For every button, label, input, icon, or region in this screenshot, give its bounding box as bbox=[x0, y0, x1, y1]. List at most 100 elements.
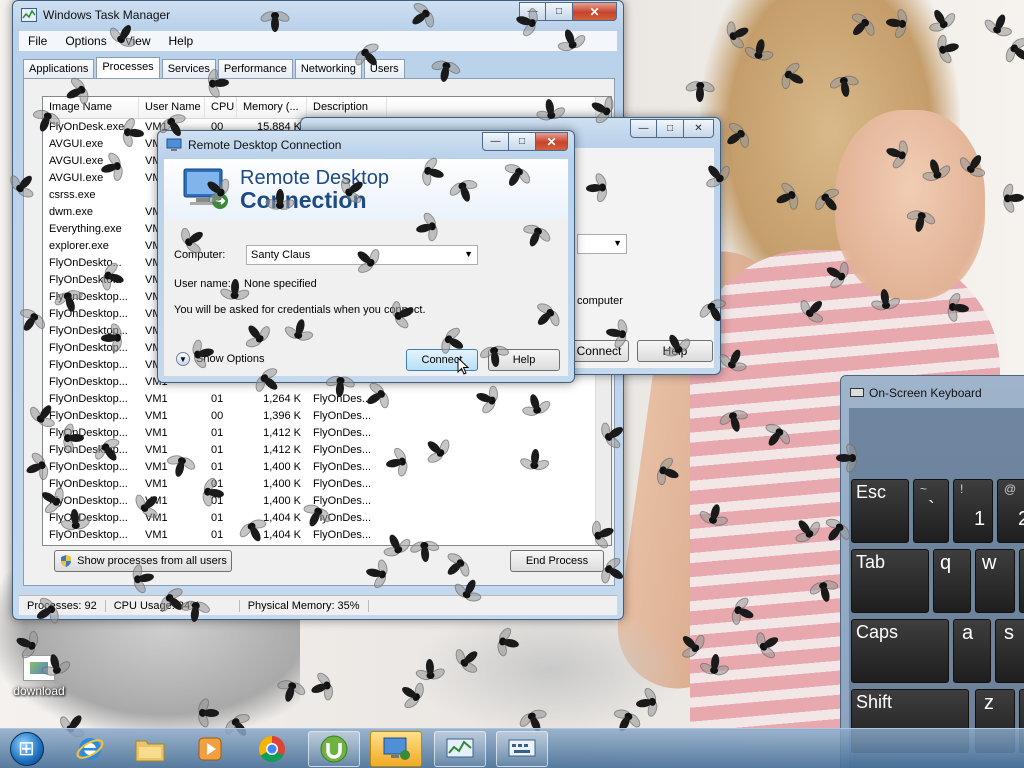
menu-help[interactable]: Help bbox=[160, 34, 203, 48]
connect-button-background[interactable]: Connect bbox=[569, 340, 629, 362]
table-row[interactable]: FlyOnDesktop... VM1 01 1,404 K FlyOnDes... bbox=[43, 527, 611, 544]
help-button[interactable]: Help bbox=[488, 349, 560, 371]
menu-options[interactable]: Options bbox=[56, 34, 115, 48]
on-screen-keyboard-window: On-Screen Keyboard Esc ~ ` ! 1 @2 Tab q w … bbox=[840, 375, 1024, 768]
cell-image-name: FlyOnDesktop... bbox=[49, 529, 128, 541]
column-cpu[interactable]: CPU bbox=[205, 97, 237, 118]
key-caps[interactable]: Caps bbox=[851, 619, 949, 683]
taskbar-remote-desktop[interactable] bbox=[370, 731, 422, 767]
taskbar-task-manager[interactable] bbox=[434, 731, 486, 767]
tab-services[interactable]: Services bbox=[161, 59, 216, 79]
taskbar-internet-explorer[interactable] bbox=[64, 731, 116, 767]
status-processes: Processes: 92 bbox=[19, 599, 106, 612]
column-user-name[interactable]: User Name bbox=[139, 97, 205, 118]
maximize-button[interactable]: □ bbox=[657, 119, 684, 138]
key-esc[interactable]: Esc bbox=[851, 479, 909, 543]
key-q[interactable]: q bbox=[933, 549, 971, 613]
table-row[interactable]: FlyOnDesktop... VM1 01 1,412 K FlyOnDes... bbox=[43, 442, 611, 459]
media-player-icon bbox=[198, 737, 222, 761]
cell-user-name: VM1 bbox=[145, 393, 168, 405]
cell-description: FlyOnDes... bbox=[313, 478, 372, 490]
minimize-button[interactable]: — bbox=[630, 119, 657, 138]
table-row[interactable]: FlyOnDesktop... VM1 01 1,412 K FlyOnDes... bbox=[43, 425, 611, 442]
credentials-note: You will be asked for credentials when y… bbox=[174, 304, 426, 316]
internet-explorer-icon bbox=[76, 738, 104, 760]
taskbar-windows-explorer[interactable] bbox=[124, 731, 176, 767]
column-image-name[interactable]: Image Name bbox=[43, 97, 139, 118]
cell-user-name: VM1 bbox=[145, 461, 168, 473]
taskbar-chrome[interactable] bbox=[246, 731, 298, 767]
end-process-button[interactable]: End Process bbox=[510, 550, 604, 572]
osk-title: On-Screen Keyboard bbox=[869, 386, 982, 400]
key-s[interactable]: s bbox=[995, 619, 1024, 683]
tab-processes[interactable]: Processes bbox=[96, 57, 160, 79]
key-a[interactable]: a bbox=[953, 619, 991, 683]
cell-user-name: VM1 bbox=[145, 495, 168, 507]
chevron-down-icon[interactable]: ▼ bbox=[464, 249, 473, 259]
table-row[interactable]: FlyOnDesktop... VM1 01 1,400 K FlyOnDes... bbox=[43, 493, 611, 510]
table-row[interactable]: FlyOnDesktop... VM1 01 1,400 K FlyOnDes... bbox=[43, 476, 611, 493]
column-description[interactable]: Description bbox=[307, 97, 387, 118]
wallpaper-face bbox=[835, 110, 985, 300]
computer-label: Computer: bbox=[174, 249, 226, 261]
cell-description: FlyOnDes... bbox=[313, 495, 372, 507]
key-1[interactable]: ! 1 bbox=[953, 479, 993, 543]
close-button[interactable]: ✕ bbox=[684, 119, 714, 138]
key-backtick[interactable]: ~ ` bbox=[913, 479, 949, 543]
computer-combo-background[interactable]: ▼ bbox=[577, 234, 627, 254]
cell-cpu: 01 bbox=[211, 529, 224, 541]
cell-memory: 1,404 K bbox=[263, 512, 301, 524]
menu-view[interactable]: View bbox=[116, 34, 160, 48]
start-button[interactable] bbox=[4, 729, 50, 768]
key-2[interactable]: @2 bbox=[997, 479, 1024, 543]
computer-value: Santy Claus bbox=[251, 249, 311, 261]
minimize-button[interactable]: — bbox=[519, 2, 546, 21]
task-manager-titlebar[interactable]: Windows Task Manager — □ ✕ bbox=[13, 1, 623, 29]
menu-file[interactable]: File bbox=[19, 34, 56, 48]
show-options-toggle[interactable]: ▼ Show Options bbox=[176, 352, 264, 366]
table-row[interactable]: FlyOnDesktop... VM1 00 1,396 K FlyOnDes... bbox=[43, 408, 611, 425]
cell-image-name: FlyOnDesktop... bbox=[49, 291, 128, 303]
table-row[interactable]: FlyOnDesktop... VM1 01 1,264 K FlyOnDes... bbox=[43, 391, 611, 408]
tab-networking[interactable]: Networking bbox=[294, 59, 362, 79]
tab-users[interactable]: Users bbox=[363, 59, 405, 79]
table-row[interactable]: FlyOnDesktop... VM1 01 1,404 K FlyOnDes... bbox=[43, 510, 611, 527]
desktop-icon-download[interactable]: download bbox=[8, 655, 70, 698]
table-row[interactable]: FlyOnDesktop... VM1 01 1,400 K FlyOnDes... bbox=[43, 459, 611, 476]
minimize-button[interactable]: — bbox=[482, 132, 509, 151]
column-memory[interactable]: Memory (... bbox=[237, 97, 307, 118]
cell-memory: 1,412 K bbox=[263, 444, 301, 456]
cell-image-name: FlyOnDesktop... bbox=[49, 359, 128, 371]
taskbar-utorrent[interactable] bbox=[308, 731, 360, 767]
help-button-background[interactable]: Help bbox=[637, 340, 713, 362]
key-e[interactable] bbox=[1019, 549, 1024, 613]
close-button[interactable]: ✕ bbox=[573, 2, 617, 21]
remote-desktop-icon bbox=[166, 138, 182, 151]
show-all-users-button[interactable]: Show processes from all users bbox=[54, 550, 232, 572]
computer-combo[interactable]: Santy Claus ▼ bbox=[246, 245, 478, 265]
status-memory: Physical Memory: 35% bbox=[240, 599, 369, 612]
cell-image-name: AVGUI.exe bbox=[49, 155, 104, 167]
cell-image-name: FlyOnDesktop... bbox=[49, 376, 128, 388]
cell-description: FlyOnDes... bbox=[313, 393, 372, 405]
maximize-button[interactable]: □ bbox=[509, 132, 536, 151]
status-cpu: CPU Usage: 34% bbox=[106, 599, 240, 612]
cell-image-name: FlyOnDesktop... bbox=[49, 325, 128, 337]
tab-applications[interactable]: Applications bbox=[23, 59, 95, 79]
chevron-down-icon: ▼ bbox=[176, 352, 190, 366]
cell-description: FlyOnDes... bbox=[313, 444, 372, 456]
tab-performance[interactable]: Performance bbox=[217, 59, 293, 79]
keyboard-icon bbox=[508, 739, 536, 757]
rdc-titlebar[interactable]: Remote Desktop Connection — □ ✕ bbox=[158, 131, 574, 159]
cell-user-name: VM1 bbox=[145, 410, 168, 422]
maximize-button[interactable]: □ bbox=[546, 2, 573, 21]
close-button[interactable]: ✕ bbox=[536, 132, 568, 151]
key-tab[interactable]: Tab bbox=[851, 549, 929, 613]
remote-desktop-logo-icon bbox=[183, 168, 228, 209]
cell-image-name: FlyOnDeskto... bbox=[49, 274, 122, 286]
taskbar-media-player[interactable] bbox=[184, 731, 236, 767]
cell-cpu: 01 bbox=[211, 427, 224, 439]
taskbar-on-screen-keyboard[interactable] bbox=[496, 731, 548, 767]
cell-cpu: 01 bbox=[211, 478, 224, 490]
key-w[interactable]: w bbox=[975, 549, 1015, 613]
